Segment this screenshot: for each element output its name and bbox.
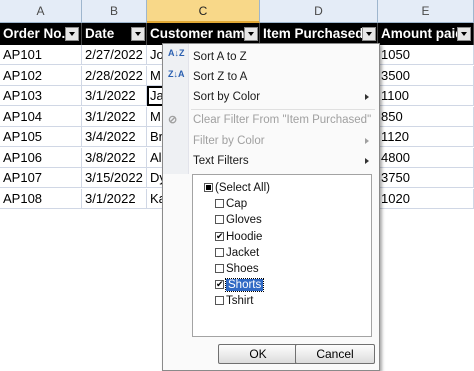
filter-item-label: Hoodie	[226, 230, 263, 243]
cell-order-no[interactable]: AP102	[0, 65, 82, 86]
cell-amount-paid[interactable]: 1100	[378, 86, 474, 106]
cell-amount-paid[interactable]: 1050	[378, 45, 474, 65]
checkbox[interactable]: ✔	[215, 231, 224, 241]
filter-list-item[interactable]: Cap	[215, 196, 248, 212]
checkbox[interactable]	[215, 264, 224, 273]
filter-item-label: Shorts	[224, 278, 265, 293]
cell-date[interactable]: 3/1/2022	[82, 188, 147, 209]
menu-separator	[191, 109, 375, 110]
cell-order-no[interactable]: AP104	[0, 106, 82, 127]
header-label: Order No.	[3, 26, 66, 41]
header-label: Date	[85, 26, 115, 41]
filter-by-color-item[interactable]: Filter by Color	[193, 132, 265, 150]
filter-list-item[interactable]: Jacket	[215, 245, 260, 261]
filter-dropdown-amount-paid[interactable]	[457, 27, 471, 41]
submenu-arrow-icon	[365, 138, 369, 144]
cell-amount-paid[interactable]: 1020	[378, 188, 474, 209]
cancel-button[interactable]: Cancel	[295, 344, 375, 364]
text-filters-item[interactable]: Text Filters	[193, 152, 249, 170]
filter-menu: A↓Z Sort A to Z Z↓A Sort Z to A Sort by …	[162, 43, 380, 371]
filter-dropdown-date[interactable]	[131, 27, 145, 41]
filter-dropdown-item-purchased[interactable]	[362, 27, 376, 41]
sort-az-icon: A↓Z	[168, 48, 185, 58]
filter-item-label: Gloves	[226, 214, 262, 227]
sort-z-to-a-item[interactable]: Sort Z to A	[193, 68, 247, 86]
cell-order-no[interactable]: AP108	[0, 188, 82, 209]
filter-item-label: (Select All)	[215, 182, 270, 194]
cell-amount-paid[interactable]: 850	[378, 106, 474, 127]
ok-button[interactable]: OK	[218, 344, 298, 364]
filter-list-item[interactable]: ✔ Hoodie	[215, 229, 263, 245]
header-label: Item Purchased	[263, 26, 364, 41]
header-label: Amount paid	[381, 26, 464, 41]
clear-filter-item[interactable]: Clear Filter From "Item Purchased"	[193, 111, 371, 129]
filter-dropdown-customer-name[interactable]	[244, 27, 258, 41]
cell-amount-paid[interactable]: 4800	[378, 147, 474, 168]
checkbox[interactable]	[215, 247, 224, 257]
column-header-d[interactable]: D	[260, 0, 378, 23]
column-header-b[interactable]: B	[82, 0, 147, 23]
checkbox[interactable]	[215, 296, 224, 306]
cell-date[interactable]: 3/4/2022	[82, 127, 147, 147]
filter-values-list[interactable]: (Select All) Cap Gloves ✔ Hoodie Jacket Shoes ✔…	[192, 174, 372, 337]
checkbox[interactable]	[215, 199, 224, 209]
cell-date[interactable]: 3/8/2022	[82, 147, 147, 168]
filter-item-label: Jacket	[226, 246, 260, 259]
cell-order-no[interactable]: AP105	[0, 127, 82, 147]
filter-list-item[interactable]: (Select All)	[204, 180, 270, 196]
clear-filter-icon: ⊘	[168, 114, 178, 126]
filter-list-item[interactable]: Gloves	[215, 212, 262, 228]
column-header-row: A B C D E	[0, 0, 474, 23]
filter-list-item[interactable]: ✔ Shorts	[215, 277, 265, 293]
header-item-purchased: Item Purchased	[260, 23, 378, 45]
cell-order-no[interactable]: AP101	[0, 45, 82, 65]
filter-item-label: Tshirt	[226, 295, 254, 308]
column-header-a[interactable]: A	[0, 0, 82, 23]
filter-item-label: Shoes	[226, 263, 259, 275]
sort-a-to-z-item[interactable]: Sort A to Z	[193, 48, 247, 66]
filter-item-label: Cap	[226, 198, 248, 211]
cell-order-no[interactable]: AP107	[0, 168, 82, 188]
cell-date[interactable]: 2/28/2022	[82, 65, 147, 86]
column-header-c[interactable]: C	[147, 0, 260, 23]
filter-list-item[interactable]: Tshirt	[215, 293, 254, 309]
header-label: Customer name	[150, 26, 253, 41]
filter-dropdown-order-no[interactable]	[65, 27, 79, 41]
sort-by-color-item[interactable]: Sort by Color	[193, 88, 260, 106]
cell-date[interactable]: 2/27/2022	[82, 45, 147, 65]
cell-order-no[interactable]: AP106	[0, 147, 82, 168]
submenu-arrow-icon	[365, 158, 369, 164]
cell-amount-paid[interactable]: 3500	[378, 65, 474, 86]
sort-za-icon: Z↓A	[168, 69, 185, 79]
cell-amount-paid[interactable]: 1120	[378, 127, 474, 147]
cell-date[interactable]: 3/1/2022	[82, 86, 147, 106]
cell-date[interactable]: 3/15/2022	[82, 168, 147, 188]
column-header-e[interactable]: E	[378, 0, 474, 23]
cell-date[interactable]: 3/1/2022	[82, 106, 147, 127]
checkbox[interactable]	[215, 215, 224, 225]
cell-amount-paid[interactable]: 3750	[378, 168, 474, 188]
checkbox[interactable]	[204, 183, 213, 192]
cell-order-no[interactable]: AP103	[0, 86, 82, 106]
filter-list-item[interactable]: Shoes	[215, 261, 259, 277]
submenu-arrow-icon	[365, 94, 369, 100]
checkbox[interactable]: ✔	[215, 280, 224, 290]
